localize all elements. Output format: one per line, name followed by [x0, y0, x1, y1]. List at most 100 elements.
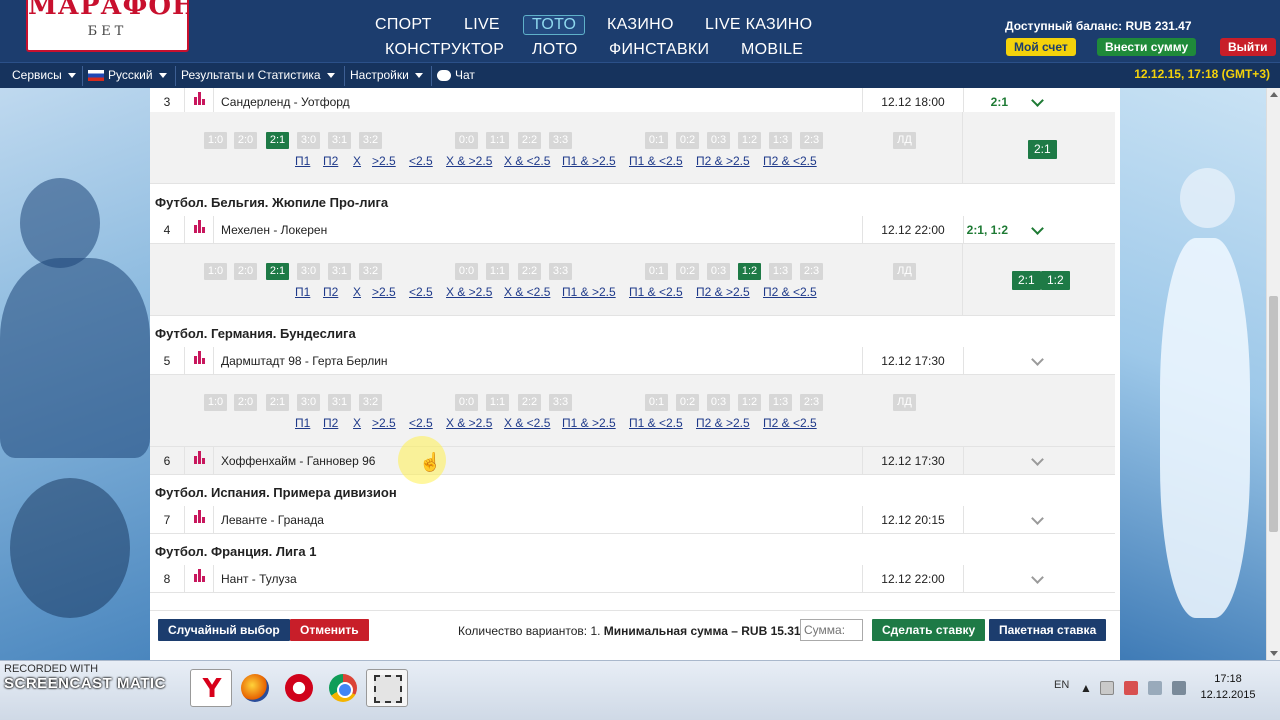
- chevron-down-icon[interactable]: [1031, 222, 1044, 235]
- picked-score[interactable]: 1:2: [1041, 271, 1070, 290]
- outcome-group-link[interactable]: Х & >2.5: [446, 285, 492, 299]
- page-scrollbar[interactable]: [1266, 88, 1280, 660]
- outcome-group-link[interactable]: П2 & <2.5: [763, 285, 817, 299]
- score-option[interactable]: 3:0: [297, 132, 320, 149]
- settings-menu[interactable]: Настройки: [350, 68, 423, 82]
- score-option[interactable]: 1:2: [738, 132, 761, 149]
- score-option[interactable]: 1:3: [769, 263, 792, 280]
- system-clock[interactable]: 17:18 12.12.2015: [1196, 671, 1260, 703]
- score-option[interactable]: 1:3: [769, 394, 792, 411]
- outcome-group-link[interactable]: П1: [295, 416, 310, 430]
- nav-sport[interactable]: СПОРТ: [375, 16, 432, 34]
- score-option[interactable]: 0:1: [645, 263, 668, 280]
- chat-button[interactable]: Чат: [437, 68, 475, 82]
- stats-icon[interactable]: [184, 447, 214, 474]
- logout-button[interactable]: Выйти: [1220, 38, 1276, 56]
- score-option[interactable]: 0:2: [676, 394, 699, 411]
- package-bet-button[interactable]: Пакетная ставка: [989, 619, 1107, 641]
- score-option[interactable]: 1:1: [486, 263, 509, 280]
- stake-amount-input[interactable]: [800, 619, 863, 641]
- nav-constructor[interactable]: КОНСТРУКТОР: [385, 41, 504, 59]
- score-option[interactable]: 3:3: [549, 132, 572, 149]
- stats-icon[interactable]: [184, 565, 214, 592]
- outcome-group-link[interactable]: Х & <2.5: [504, 416, 550, 430]
- score-option[interactable]: 2:2: [518, 132, 541, 149]
- score-option[interactable]: 1:1: [486, 132, 509, 149]
- outcome-group-link[interactable]: >2.5: [372, 154, 396, 168]
- cancel-button[interactable]: Отменить: [290, 619, 369, 641]
- stats-icon[interactable]: [184, 347, 214, 374]
- score-option[interactable]: 0:3: [707, 132, 730, 149]
- outcome-group-link[interactable]: Х: [353, 154, 361, 168]
- stats-icon[interactable]: [184, 506, 214, 533]
- score-option[interactable]: 0:0: [455, 132, 478, 149]
- services-menu[interactable]: Сервисы: [12, 68, 76, 82]
- score-option[interactable]: 1:3: [769, 132, 792, 149]
- outcome-group-link[interactable]: <2.5: [409, 154, 433, 168]
- score-option[interactable]: 2:0: [234, 394, 257, 411]
- score-option[interactable]: 3:0: [297, 263, 320, 280]
- outcome-group-link[interactable]: <2.5: [409, 416, 433, 430]
- nav-live-casino[interactable]: LIVE КАЗИНО: [705, 16, 812, 34]
- score-option[interactable]: 0:0: [455, 263, 478, 280]
- outcome-group-link[interactable]: П2 & >2.5: [696, 154, 750, 168]
- outcome-group-link[interactable]: П1 & <2.5: [629, 416, 683, 430]
- outcome-group-link[interactable]: П2 & <2.5: [763, 416, 817, 430]
- score-option[interactable]: 2:3: [800, 132, 823, 149]
- security-icon[interactable]: [1124, 681, 1138, 695]
- score-option[interactable]: 3:1: [328, 263, 351, 280]
- outcome-group-link[interactable]: П1: [295, 154, 310, 168]
- score-option[interactable]: 2:0: [234, 132, 257, 149]
- event-row[interactable]: 6 Хоффенхайм - Ганновер 96 12.12 17:30: [150, 447, 1115, 475]
- score-option[interactable]: 0:1: [645, 132, 668, 149]
- keyboard-language[interactable]: EN: [1054, 679, 1069, 691]
- score-option[interactable]: 1:2: [738, 263, 761, 280]
- score-option[interactable]: 2:1: [266, 394, 289, 411]
- network-icon[interactable]: [1148, 681, 1162, 695]
- outcome-group-link[interactable]: П2: [323, 285, 338, 299]
- score-option[interactable]: 0:0: [455, 394, 478, 411]
- scroll-up-arrow-icon[interactable]: [1270, 92, 1278, 97]
- stats-icon[interactable]: [184, 216, 214, 243]
- score-option[interactable]: 2:3: [800, 263, 823, 280]
- outcome-group-link[interactable]: >2.5: [372, 416, 396, 430]
- opera-icon[interactable]: [278, 669, 320, 707]
- outcome-group-link[interactable]: Х & >2.5: [446, 416, 492, 430]
- chrome-icon[interactable]: [322, 669, 364, 707]
- outcome-group-link[interactable]: П2 & >2.5: [696, 416, 750, 430]
- event-row[interactable]: 7 Леванте - Гранада 12.12 20:15: [150, 506, 1115, 534]
- picked-score[interactable]: 2:1: [1012, 271, 1041, 290]
- score-option[interactable]: 2:2: [518, 263, 541, 280]
- chevron-down-icon[interactable]: [1031, 571, 1044, 584]
- score-option[interactable]: 1:0: [204, 132, 227, 149]
- action-center-icon[interactable]: [1100, 681, 1114, 695]
- score-option[interactable]: 2:0: [234, 263, 257, 280]
- score-option[interactable]: 3:0: [297, 394, 320, 411]
- deposit-button[interactable]: Внести сумму: [1097, 38, 1197, 56]
- scroll-down-arrow-icon[interactable]: [1270, 651, 1278, 656]
- score-option[interactable]: 1:2: [738, 394, 761, 411]
- my-account-button[interactable]: Мой счет: [1006, 38, 1076, 56]
- chevron-down-icon[interactable]: [1031, 512, 1044, 525]
- score-option[interactable]: 3:2: [359, 263, 382, 280]
- event-row[interactable]: 5 Дармштадт 98 - Герта Берлин 12.12 17:3…: [150, 347, 1115, 375]
- outcome-group-link[interactable]: П1 & >2.5: [562, 154, 616, 168]
- other-score-option[interactable]: ЛД: [893, 263, 916, 280]
- outcome-group-link[interactable]: П2 & <2.5: [763, 154, 817, 168]
- volume-icon[interactable]: [1172, 681, 1186, 695]
- outcome-group-link[interactable]: П1 & <2.5: [629, 154, 683, 168]
- outcome-group-link[interactable]: П2 & >2.5: [696, 285, 750, 299]
- event-row[interactable]: 4 Мехелен - Локерен 2:1, 1:2 12.12 22:00: [150, 216, 1115, 244]
- score-option[interactable]: 2:3: [800, 394, 823, 411]
- picked-score[interactable]: 2:1: [1028, 140, 1057, 159]
- score-option[interactable]: 3:3: [549, 263, 572, 280]
- outcome-group-link[interactable]: Х & >2.5: [446, 154, 492, 168]
- score-option[interactable]: 2:2: [518, 394, 541, 411]
- score-option[interactable]: 1:1: [486, 394, 509, 411]
- outcome-group-link[interactable]: П1: [295, 285, 310, 299]
- score-option[interactable]: 0:2: [676, 263, 699, 280]
- chevron-down-icon[interactable]: [1031, 353, 1044, 366]
- nav-live[interactable]: LIVE: [464, 16, 500, 34]
- score-option[interactable]: 0:1: [645, 394, 668, 411]
- chevron-down-icon[interactable]: [1031, 453, 1044, 466]
